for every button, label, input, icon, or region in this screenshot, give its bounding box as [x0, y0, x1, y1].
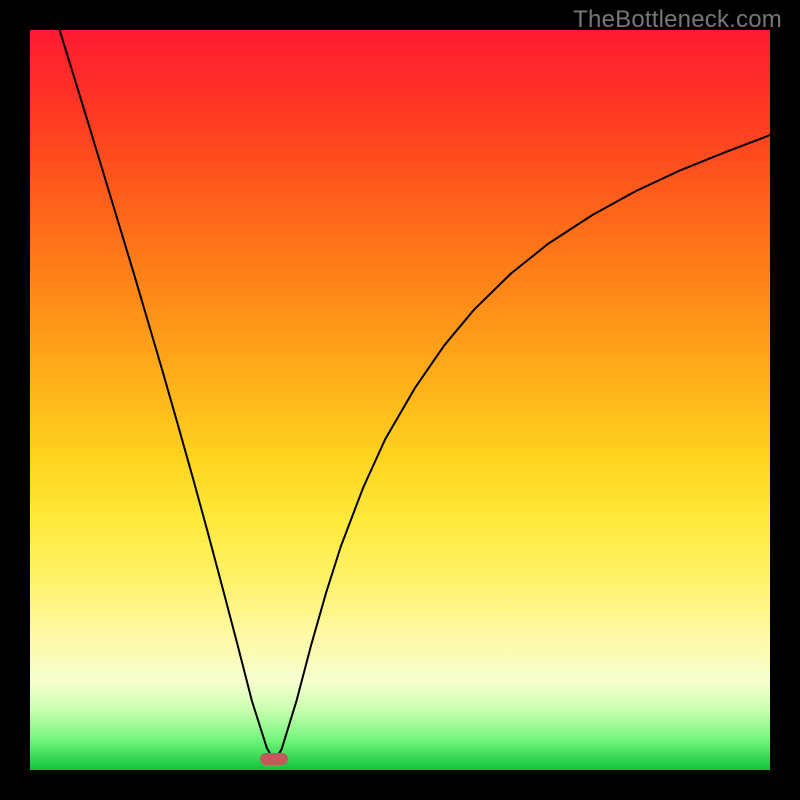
bottleneck-curve	[30, 30, 770, 770]
optimal-point-marker	[260, 753, 288, 765]
watermark-text: TheBottleneck.com	[573, 6, 782, 34]
